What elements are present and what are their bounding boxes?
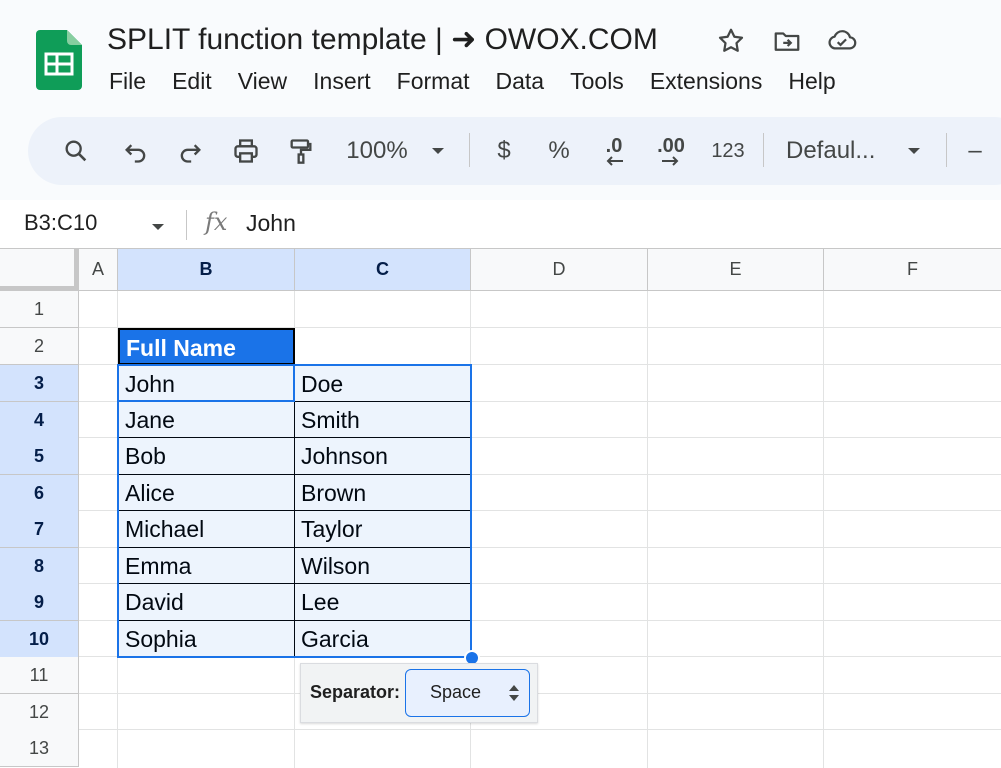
paint-format-icon[interactable] [283,117,319,185]
row-header-4[interactable]: 4 [0,402,79,439]
menu-tools[interactable]: Tools [557,66,637,96]
menu-format[interactable]: Format [384,66,483,96]
column-header-b[interactable]: B [118,249,295,291]
row-header-9[interactable]: 9 [0,584,79,621]
number-format-button[interactable]: 123 [706,117,750,185]
cell-b7[interactable]: Michael [118,510,295,548]
row-header-12[interactable]: 12 [0,694,79,731]
increase-decimal-button[interactable]: .00 [651,117,691,185]
decrease-decimal-button[interactable]: .0 [594,117,634,185]
select-all-corner[interactable] [0,249,79,291]
column-header-e[interactable]: E [648,249,824,291]
fx-icon: fx [205,208,228,236]
arrow-right-icon [662,156,679,166]
cell-c10[interactable]: Garcia [294,620,471,657]
arrow-left-icon [606,156,623,166]
name-box[interactable]: B3:C10 [24,210,97,236]
row-header-10[interactable]: 10 [0,621,79,658]
separator-value: Space [430,682,482,702]
print-icon[interactable] [228,117,264,185]
redo-icon[interactable] [172,117,208,185]
cell-b9[interactable]: David [118,583,295,621]
cell-c6[interactable]: Brown [294,474,471,511]
formula-bar-divider [186,210,187,240]
currency-format-button[interactable]: $ [488,117,520,185]
number-format-label: 123 [711,139,745,162]
row-header-2[interactable]: 2 [0,328,79,365]
toolbar-divider [763,133,764,167]
menu-edit[interactable]: Edit [159,66,225,96]
cell-b6[interactable]: Alice [118,474,295,511]
select-arrows-icon [506,681,522,710]
separator-label: Separator: [310,682,401,702]
cell-c9[interactable]: Lee [294,583,471,621]
cell-c8[interactable]: Wilson [294,547,471,584]
cell-c5[interactable]: Johnson [294,437,471,475]
gridline [823,291,824,768]
cell-b4[interactable]: Jane [118,401,295,438]
row-header-5[interactable]: 5 [0,438,79,475]
row-header-7[interactable]: 7 [0,511,79,548]
gridline [647,291,648,768]
gridline [79,693,1001,694]
cell-c7[interactable]: Taylor [294,510,471,548]
active-cell-border [117,364,295,402]
cell-c3[interactable]: Doe [294,365,471,402]
cell-b5[interactable]: Bob [118,437,295,475]
name-box-dropdown-icon[interactable] [150,219,166,237]
cell-c4[interactable]: Smith [294,401,471,438]
undo-icon[interactable] [118,117,154,185]
cell-b2-header[interactable]: Full Name [118,328,295,365]
move-to-folder-icon[interactable] [772,26,802,56]
minus-label: – [968,137,982,164]
toolbar-divider [469,133,470,167]
row-header-6[interactable]: 6 [0,475,79,512]
percent-label: % [548,137,570,164]
menu-bar: File Edit View Insert Format Data Tools … [96,66,849,96]
formula-input[interactable]: John [246,210,296,237]
star-icon[interactable] [716,26,746,56]
zoom-select[interactable]: 100% [338,117,416,185]
zoom-dropdown-icon[interactable] [426,117,450,185]
menu-data[interactable]: Data [483,66,558,96]
currency-label: $ [497,137,511,164]
increase-decimal-label: .00 [657,135,685,157]
menu-help[interactable]: Help [775,66,848,96]
zoom-value: 100% [346,137,408,164]
gridline [79,729,1001,730]
search-menus-icon[interactable] [58,117,94,185]
row-header-3[interactable]: 3 [0,365,79,402]
cell-b10[interactable]: Sophia [118,620,295,657]
column-header-f[interactable]: F [824,249,1001,291]
row-header-11[interactable]: 11 [0,657,79,694]
menu-file[interactable]: File [96,66,159,96]
menu-extensions[interactable]: Extensions [637,66,776,96]
font-value: Defaul... [786,137,876,164]
cell-b8[interactable]: Emma [118,547,295,584]
font-dropdown-icon[interactable] [902,117,926,185]
decrease-font-size-button[interactable]: – [962,117,988,185]
column-header-a[interactable]: A [79,249,118,291]
cloud-saved-icon[interactable] [826,26,857,56]
column-header-c[interactable]: C [295,249,471,291]
sheets-logo[interactable] [36,30,82,90]
percent-format-button[interactable]: % [542,117,576,185]
menu-insert[interactable]: Insert [300,66,384,96]
document-title[interactable]: SPLIT function template | ➜ OWOX.COM [107,22,658,57]
menu-view[interactable]: View [225,66,300,96]
row-header-13[interactable]: 13 [0,730,79,767]
row-header-8[interactable]: 8 [0,548,79,585]
font-select[interactable]: Defaul... [786,117,886,185]
column-header-d[interactable]: D [471,249,648,291]
decrease-decimal-label: .0 [605,135,623,157]
row-header-1[interactable]: 1 [0,291,79,328]
toolbar-divider [946,133,947,167]
